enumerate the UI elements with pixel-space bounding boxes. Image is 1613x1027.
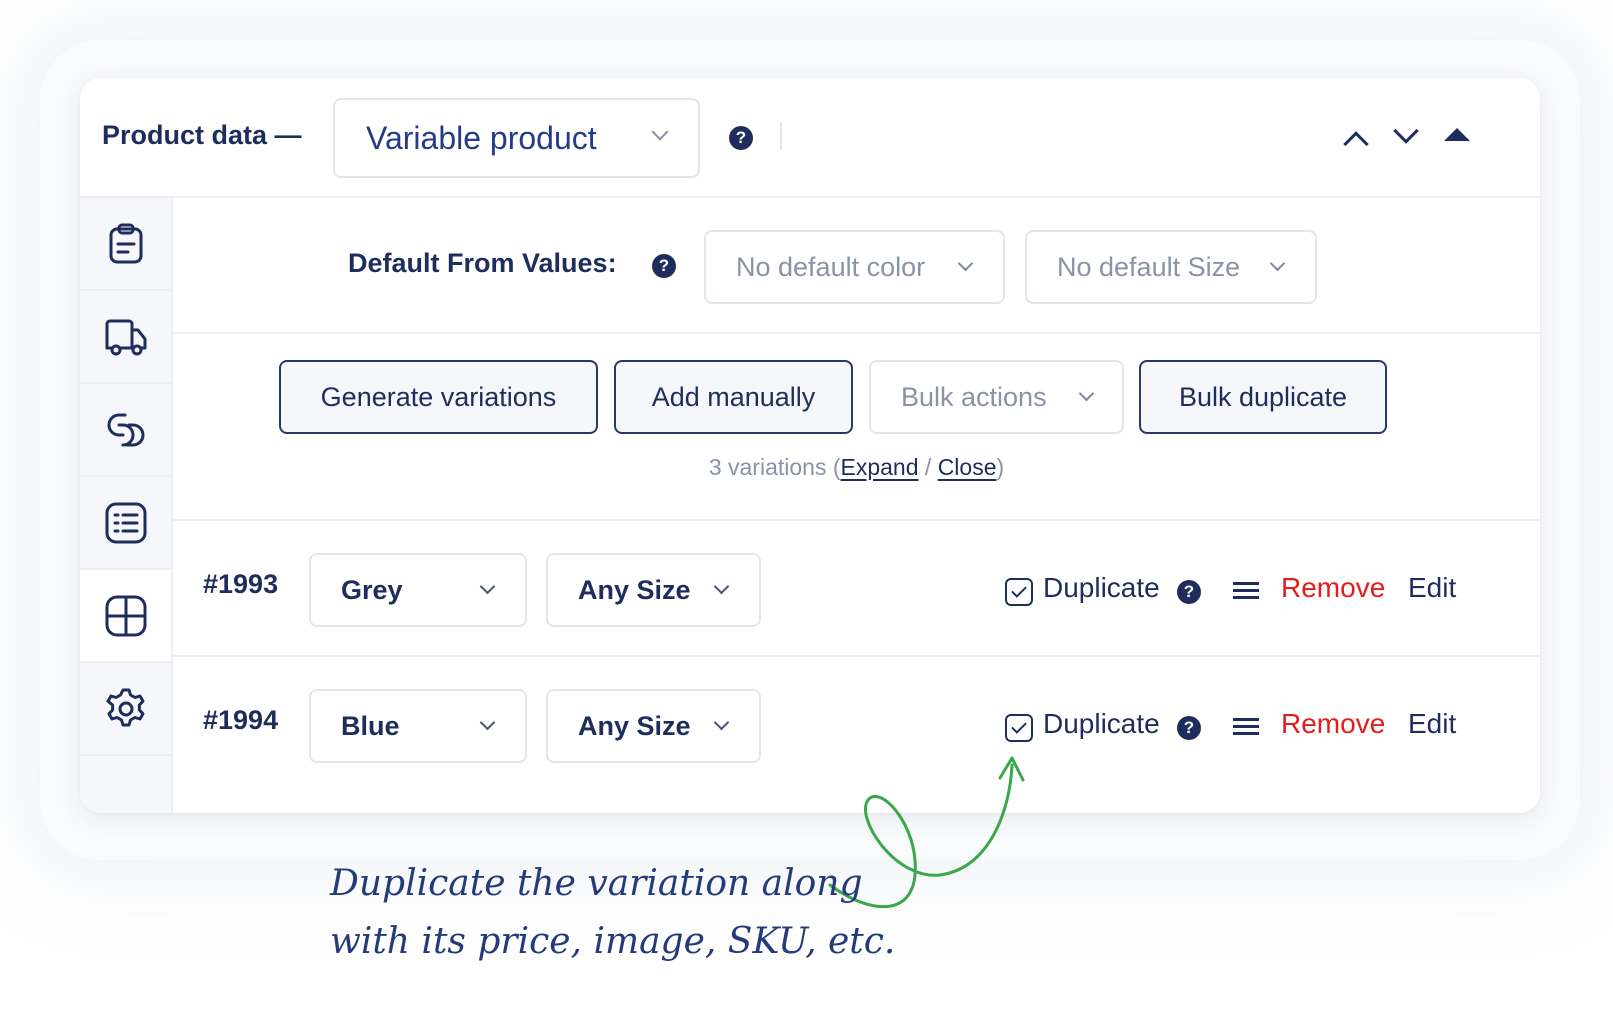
bulk-duplicate-button[interactable]: Bulk duplicate (1139, 360, 1387, 434)
annotation-line: Duplicate the variation along (330, 863, 863, 904)
chevron-down-icon (957, 255, 974, 272)
default-values-row: Default From Values: ? No default color … (173, 198, 1540, 334)
product-type-value: Variable product (366, 119, 597, 156)
link-separator: / (918, 454, 938, 480)
variation-size-select[interactable]: Any Size (546, 689, 761, 763)
edit-link[interactable]: Edit (1408, 572, 1456, 604)
bulk-actions-select[interactable]: Bulk actions (869, 360, 1124, 434)
variation-color-select[interactable]: Grey (309, 553, 527, 627)
clipboard-icon (109, 223, 142, 263)
gear-icon (106, 688, 144, 726)
duplicate-checkbox[interactable] (1005, 578, 1033, 606)
divider (780, 122, 782, 150)
chevron-down-icon (713, 578, 730, 595)
sidebar-item-attributes[interactable] (80, 477, 171, 570)
collapse-panel-icon[interactable] (1444, 128, 1470, 141)
annotation-line: with its price, image, SKU, etc. (330, 921, 896, 962)
chevron-down-icon (479, 578, 496, 595)
chevron-down-icon (1078, 385, 1095, 402)
remove-link[interactable]: Remove (1281, 708, 1385, 740)
variation-color-value: Blue (341, 711, 400, 741)
duplicate-checkbox[interactable] (1005, 714, 1033, 742)
bulk-actions-label: Bulk actions (901, 381, 1047, 412)
generate-variations-button[interactable]: Generate variations (279, 360, 598, 434)
sidebar-item-advanced[interactable] (80, 663, 171, 756)
sidebar-item-variations[interactable] (80, 570, 171, 663)
grid-icon (105, 595, 146, 636)
expand-link[interactable]: Expand (841, 454, 919, 480)
variation-size-value: Any Size (578, 711, 691, 741)
drag-handle-icon[interactable] (1233, 716, 1259, 736)
edit-link[interactable]: Edit (1408, 708, 1456, 740)
duplicate-label[interactable]: Duplicate (1043, 708, 1160, 740)
variation-id: #1994 (203, 705, 279, 735)
default-size-select[interactable]: No default Size (1025, 230, 1317, 304)
panel-header: Product data — Variable product ? (80, 78, 1540, 198)
chevron-down-icon (713, 714, 730, 731)
chevron-down-icon (1269, 255, 1286, 272)
link-icon (107, 413, 144, 446)
product-data-panel: Product data — Variable product ? Defaul… (80, 78, 1540, 813)
drag-handle-icon[interactable] (1233, 580, 1259, 600)
variation-row: #1993 Grey Any Size Duplicate ? Remove E… (173, 521, 1540, 657)
chevron-down-icon (479, 714, 496, 731)
variation-color-select[interactable]: Blue (309, 689, 527, 763)
add-manually-button[interactable]: Add manually (614, 360, 853, 434)
help-icon[interactable]: ? (1177, 580, 1201, 604)
help-icon[interactable]: ? (652, 254, 676, 278)
truck-icon (105, 319, 146, 355)
product-type-select[interactable]: Variable product (333, 98, 700, 178)
default-values-label: Default From Values: (348, 248, 617, 278)
default-color-select[interactable]: No default color (704, 230, 1005, 304)
annotation-note: Duplicate the variation along with its p… (330, 855, 895, 971)
close-link[interactable]: Close (938, 454, 997, 480)
sidebar-item-linked[interactable] (80, 384, 171, 477)
default-size-value: No default Size (1057, 252, 1241, 282)
chevron-down-icon (651, 123, 669, 141)
help-icon[interactable]: ? (1177, 716, 1201, 740)
variations-count-text: 3 variations ( (708, 454, 841, 480)
list-icon (105, 502, 146, 543)
variation-actions-row: Generate variations Add manually Bulk ac… (173, 334, 1540, 521)
sidebar-item-general[interactable] (80, 198, 171, 291)
help-icon[interactable]: ? (729, 126, 753, 150)
duplicate-label[interactable]: Duplicate (1043, 572, 1160, 604)
variations-count: 3 variations (Expand / Close) (173, 454, 1540, 481)
remove-link[interactable]: Remove (1281, 572, 1385, 604)
product-data-label: Product data — (102, 120, 302, 150)
variation-size-select[interactable]: Any Size (546, 553, 761, 627)
default-color-value: No default color (736, 252, 926, 282)
sidebar-item-shipping[interactable] (80, 291, 171, 384)
count-end: ) (996, 454, 1005, 480)
variation-size-value: Any Size (578, 575, 691, 605)
variation-id: #1993 (203, 569, 279, 599)
move-up-icon[interactable] (1343, 131, 1369, 157)
variation-color-value: Grey (341, 575, 403, 605)
sidebar (80, 198, 173, 813)
move-down-icon[interactable] (1393, 118, 1419, 144)
